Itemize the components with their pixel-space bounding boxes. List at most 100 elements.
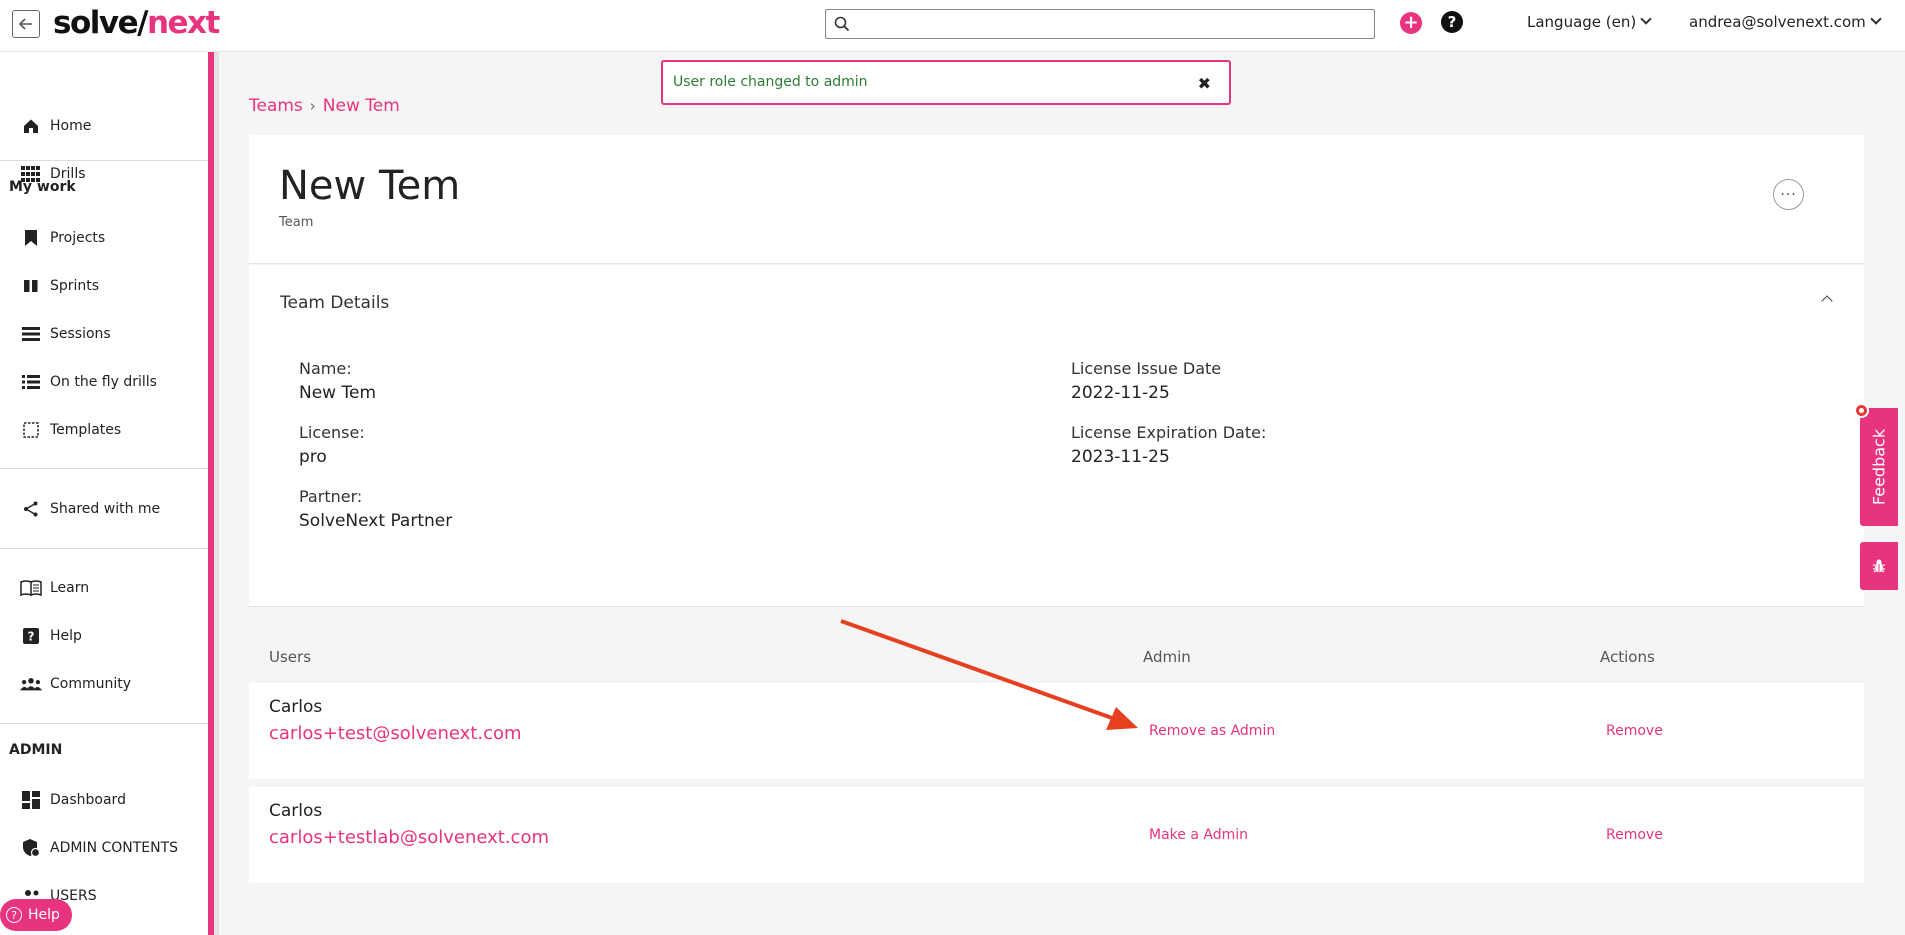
dashboard-icon <box>20 789 42 811</box>
success-toast: User role changed to admin ✖ <box>661 60 1231 105</box>
sidebar-item-label: Home <box>50 118 92 134</box>
license-expiration-label: License Expiration Date: <box>1071 423 1267 442</box>
license-value: pro <box>299 447 327 467</box>
sidebar-item-dashboard[interactable]: Dashboard <box>20 787 126 813</box>
breadcrumb-teams-link[interactable]: Teams <box>249 96 303 116</box>
team-header-card: New Tem Team ··· <box>249 135 1864 264</box>
question-circle-icon: ? <box>6 907 22 923</box>
user-menu-dropdown[interactable]: andrea@solvenext.com <box>1689 13 1882 31</box>
page-subtitle: Team <box>279 215 314 230</box>
team-details-panel: Team Details Name: New Tem License: pro … <box>249 265 1864 607</box>
column-header-users: Users <box>269 648 312 666</box>
svg-text:?: ? <box>28 630 35 644</box>
user-email: andrea@solvenext.com <box>1689 13 1866 31</box>
language-dropdown[interactable]: Language (en) <box>1527 13 1652 31</box>
search-box <box>825 9 1375 39</box>
template-icon <box>20 419 42 441</box>
team-details-title[interactable]: Team Details <box>280 293 389 313</box>
home-icon <box>20 115 42 137</box>
partner-value: SolveNext Partner <box>299 511 453 531</box>
sidebar-item-learn[interactable]: Learn <box>20 575 89 601</box>
user-email-link[interactable]: carlos+testlab@solvenext.com <box>269 827 549 848</box>
toast-message: User role changed to admin <box>673 74 868 90</box>
people-icon <box>20 673 42 695</box>
sidebar-item-on-the-fly-drills[interactable]: On the fly drills <box>20 369 157 395</box>
sidebar-scrollbar[interactable] <box>214 52 219 935</box>
remove-user-button[interactable]: Remove <box>1606 723 1663 739</box>
license-label: License: <box>299 423 365 442</box>
feedback-tab[interactable]: Feedback <box>1860 408 1898 526</box>
sidebar-item-label: ADMIN CONTENTS <box>50 840 179 856</box>
user-email-link[interactable]: carlos+test@solvenext.com <box>269 723 522 744</box>
back-arrow-icon[interactable] <box>12 10 40 38</box>
my-work-heading: My work <box>9 179 76 195</box>
sidebar-item-sprints[interactable]: Sprints <box>20 273 99 299</box>
logo[interactable]: solve/next <box>53 5 220 41</box>
remove-user-button[interactable]: Remove <box>1606 827 1663 843</box>
remove-as-admin-button[interactable]: Remove as Admin <box>1149 723 1275 739</box>
divider <box>0 160 208 161</box>
help-widget-button[interactable]: ? Help <box>0 899 72 931</box>
breadcrumb-separator: › <box>309 97 316 115</box>
checklist-icon <box>20 371 42 393</box>
divider <box>0 548 208 549</box>
sidebar-item-home[interactable]: Home <box>20 113 91 139</box>
sidebar-item-admin-contents[interactable]: ADMIN CONTENTS <box>20 835 178 861</box>
page-title: New Tem <box>279 163 461 209</box>
make-admin-button[interactable]: Make a Admin <box>1149 827 1248 843</box>
question-icon: ? <box>20 625 42 647</box>
book-icon <box>20 577 42 599</box>
language-label: Language (en) <box>1527 13 1637 31</box>
shield-icon <box>20 837 42 859</box>
sidebar-item-label: Sessions <box>50 326 111 342</box>
share-icon <box>20 498 42 520</box>
partner-label: Partner: <box>299 487 363 506</box>
sidebar-item-label: Projects <box>50 230 106 246</box>
more-options-icon[interactable]: ··· <box>1773 179 1804 210</box>
admin-heading: ADMIN <box>9 742 63 758</box>
sidebar-item-label: Sprints <box>50 278 100 294</box>
sidebar-item-label: Community <box>50 676 132 692</box>
sidebar-item-templates[interactable]: Templates <box>20 417 121 443</box>
sidebar-item-sessions[interactable]: Sessions <box>20 321 111 347</box>
top-bar: solve/next + ? Language (en) andrea@solv… <box>0 0 1905 52</box>
sidebar-item-label: Dashboard <box>50 792 126 808</box>
sidebar: Home Drills My work Projects Sprints Ses… <box>0 52 208 935</box>
columns-icon <box>20 275 42 297</box>
sidebar-item-help[interactable]: ? Help <box>20 623 82 649</box>
table-row: Carlos carlos+testlab@solvenext.com Make… <box>249 787 1864 883</box>
name-value: New Tem <box>299 383 376 403</box>
breadcrumb: Teams › New Tem <box>249 96 400 116</box>
add-plus-icon[interactable]: + <box>1400 12 1422 34</box>
user-name: Carlos <box>269 801 323 821</box>
chevron-down-icon <box>1640 13 1652 25</box>
sidebar-item-shared-with-me[interactable]: Shared with me <box>20 496 160 522</box>
sidebar-item-community[interactable]: Community <box>20 671 131 697</box>
divider <box>0 468 208 469</box>
notification-dot-icon[interactable] <box>1854 403 1869 418</box>
user-name: Carlos <box>269 697 323 717</box>
logo-text-solve: solve/ <box>53 5 148 41</box>
column-header-actions: Actions <box>1600 648 1655 666</box>
sidebar-item-label: On the fly drills <box>50 374 157 390</box>
breadcrumb-current[interactable]: New Tem <box>323 96 400 116</box>
sidebar-item-label: Help <box>50 628 82 644</box>
search-input[interactable] <box>856 13 1366 35</box>
divider <box>0 723 208 724</box>
help-widget-label: Help <box>28 907 60 923</box>
license-issue-label: License Issue Date <box>1071 359 1222 378</box>
feedback-label: Feedback <box>1869 428 1889 506</box>
help-question-icon[interactable]: ? <box>1441 11 1463 33</box>
close-icon[interactable]: ✖ <box>1198 74 1211 93</box>
chevron-down-icon <box>1870 13 1882 25</box>
bug-report-icon[interactable] <box>1860 542 1898 590</box>
name-label: Name: <box>299 359 352 378</box>
bookmark-icon <box>20 227 42 249</box>
license-expiration-value: 2023-11-25 <box>1071 447 1170 467</box>
table-row: Carlos carlos+test@solvenext.com Remove … <box>249 683 1864 779</box>
logo-text-next: next <box>146 5 220 41</box>
chevron-up-icon[interactable] <box>1821 295 1833 307</box>
sidebar-item-label: Shared with me <box>50 501 161 517</box>
sidebar-item-projects[interactable]: Projects <box>20 225 105 251</box>
sidebar-item-label: Templates <box>50 422 122 438</box>
